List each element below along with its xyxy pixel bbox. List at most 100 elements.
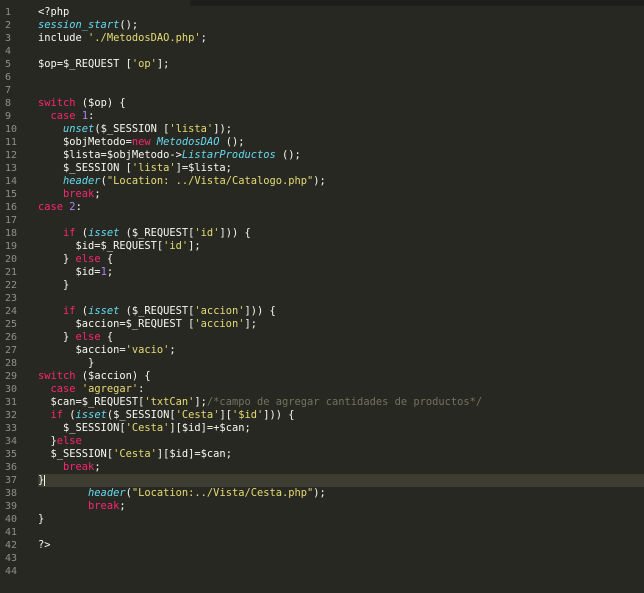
code-token: ); bbox=[313, 175, 326, 187]
code-token: /*campo de agregar cantidades de product… bbox=[206, 396, 483, 408]
code-token: <?php bbox=[38, 6, 70, 18]
line-number: 39 bbox=[5, 501, 18, 512]
code-line[interactable] bbox=[38, 292, 644, 305]
code-line[interactable]: ?> bbox=[38, 539, 644, 552]
code-line[interactable]: case 'agregar': bbox=[38, 383, 644, 396]
line-number: 11 bbox=[5, 137, 18, 148]
line-number: 40 bbox=[5, 514, 18, 525]
code-line[interactable]: if (isset ($_REQUEST['id'])) { bbox=[38, 227, 644, 240]
line-number: 36 bbox=[5, 462, 18, 473]
code-token: isset bbox=[88, 305, 120, 317]
code-token: ($_SESSION[ bbox=[106, 409, 176, 421]
line-number: 3 bbox=[5, 33, 12, 44]
code-area[interactable]: <?php session_start(); include './MetodosD… bbox=[38, 6, 644, 593]
code-line[interactable]: $op=$_REQUEST ['op']; bbox=[38, 58, 644, 71]
code-line[interactable]: $_SESSION['Cesta'][$id]=$can; bbox=[38, 448, 644, 461]
code-token: (); bbox=[275, 149, 301, 161]
line-number: 26 bbox=[5, 332, 18, 343]
code-token: ]; bbox=[194, 396, 207, 408]
code-token: $objMetodo= bbox=[38, 136, 132, 148]
code-token: 'Cesta' bbox=[175, 409, 220, 421]
code-token: ($_REQUEST[ bbox=[119, 305, 195, 317]
code-line[interactable]: switch ($accion) { bbox=[38, 370, 644, 383]
code-token: break bbox=[88, 500, 120, 512]
code-line[interactable]: case 2: bbox=[38, 201, 644, 214]
code-token: (); bbox=[119, 19, 139, 31]
code-token: ($op) { bbox=[75, 97, 126, 109]
code-line[interactable] bbox=[38, 526, 644, 539]
code-token: ])) { bbox=[244, 305, 276, 317]
code-line[interactable]: case 1: bbox=[38, 110, 644, 123]
code-line[interactable]: } bbox=[38, 357, 644, 370]
code-token: ( bbox=[63, 409, 76, 421]
code-token: $_SESSION[ bbox=[38, 422, 126, 434]
code-line[interactable]: break; bbox=[38, 188, 644, 201]
code-line[interactable] bbox=[38, 45, 644, 58]
code-token: $_SESSION[ bbox=[38, 448, 114, 460]
code-line[interactable]: $accion=$_REQUEST ['accion']; bbox=[38, 318, 644, 331]
code-token: $accion=$_REQUEST [ bbox=[38, 318, 195, 330]
code-line[interactable]: } bbox=[38, 474, 644, 487]
line-number: 34 bbox=[5, 436, 18, 447]
code-line[interactable]: } bbox=[38, 279, 644, 292]
code-editor[interactable]: 1 2 3 4 5 6 7 8 9 10 11 12 13 14 15 16 17 18 19 20 21 22 23 24 2… bbox=[0, 0, 644, 593]
line-number: 41 bbox=[5, 527, 18, 538]
code-token: switch bbox=[38, 370, 76, 382]
code-token: 'vacio' bbox=[125, 344, 170, 356]
code-line[interactable] bbox=[38, 565, 644, 578]
code-line[interactable] bbox=[38, 552, 644, 565]
code-line[interactable]: $objMetodo=new MetodosDAO (); bbox=[38, 136, 644, 149]
code-token: if bbox=[63, 305, 76, 317]
line-number: 37 bbox=[5, 475, 18, 486]
code-line[interactable] bbox=[38, 84, 644, 97]
code-line[interactable]: unset($_SESSION ['lista']); bbox=[38, 123, 644, 136]
code-token: 'accion' bbox=[194, 318, 245, 330]
code-line[interactable]: header("Location:../Vista/Cesta.php"); bbox=[38, 487, 644, 500]
code-token: ; bbox=[200, 32, 207, 44]
code-line[interactable] bbox=[38, 214, 644, 227]
code-token: : bbox=[75, 201, 82, 213]
code-token: ])) { bbox=[263, 409, 295, 421]
code-line[interactable]: }else bbox=[38, 435, 644, 448]
code-line[interactable]: $_SESSION['Cesta'][$id]=+$can; bbox=[38, 422, 644, 435]
code-line[interactable]: $id=$_REQUEST['id']; bbox=[38, 240, 644, 253]
line-number: 4 bbox=[5, 46, 12, 57]
line-number: 21 bbox=[5, 267, 18, 278]
code-token: { bbox=[100, 331, 114, 343]
code-token: case bbox=[50, 383, 76, 395]
code-token: : bbox=[88, 110, 95, 122]
code-line[interactable]: switch ($op) { bbox=[38, 97, 644, 110]
code-line[interactable]: header("Location: ../Vista/Catalogo.php"… bbox=[38, 175, 644, 188]
line-number: 14 bbox=[5, 176, 18, 187]
code-token: $op=$_REQUEST [ bbox=[38, 58, 132, 70]
code-line[interactable]: } else { bbox=[38, 253, 644, 266]
code-line[interactable]: $accion='vacio'; bbox=[38, 344, 644, 357]
code-line[interactable]: if (isset($_SESSION['Cesta']['$id'])) { bbox=[38, 409, 644, 422]
code-line[interactable] bbox=[38, 71, 644, 84]
code-line[interactable]: $can=$_REQUEST['txtCan'];/*campo de agre… bbox=[38, 396, 644, 409]
line-number: 29 bbox=[5, 371, 18, 382]
line-number: 16 bbox=[5, 202, 18, 213]
code-line[interactable]: } bbox=[38, 513, 644, 526]
code-line[interactable]: $id=1; bbox=[38, 266, 644, 279]
code-token: $id= bbox=[38, 266, 101, 278]
code-line[interactable]: break; bbox=[38, 461, 644, 474]
code-line[interactable]: } else { bbox=[38, 331, 644, 344]
code-line[interactable]: session_start(); bbox=[38, 19, 644, 32]
line-number: 1 bbox=[5, 7, 12, 18]
code-line[interactable]: $_SESSION ['lista']=$lista; bbox=[38, 162, 644, 175]
code-line[interactable]: <?php bbox=[38, 6, 644, 19]
code-line[interactable]: if (isset ($_REQUEST['accion'])) { bbox=[38, 305, 644, 318]
code-line[interactable]: include './MetodosDAO.php'; bbox=[38, 32, 644, 45]
code-token: : bbox=[138, 383, 145, 395]
code-token: $id=$_REQUEST[ bbox=[38, 240, 164, 252]
code-line[interactable]: break; bbox=[38, 500, 644, 513]
code-line[interactable]: $lista=$objMetodo->ListarProductos (); bbox=[38, 149, 644, 162]
line-number: 27 bbox=[5, 345, 18, 356]
